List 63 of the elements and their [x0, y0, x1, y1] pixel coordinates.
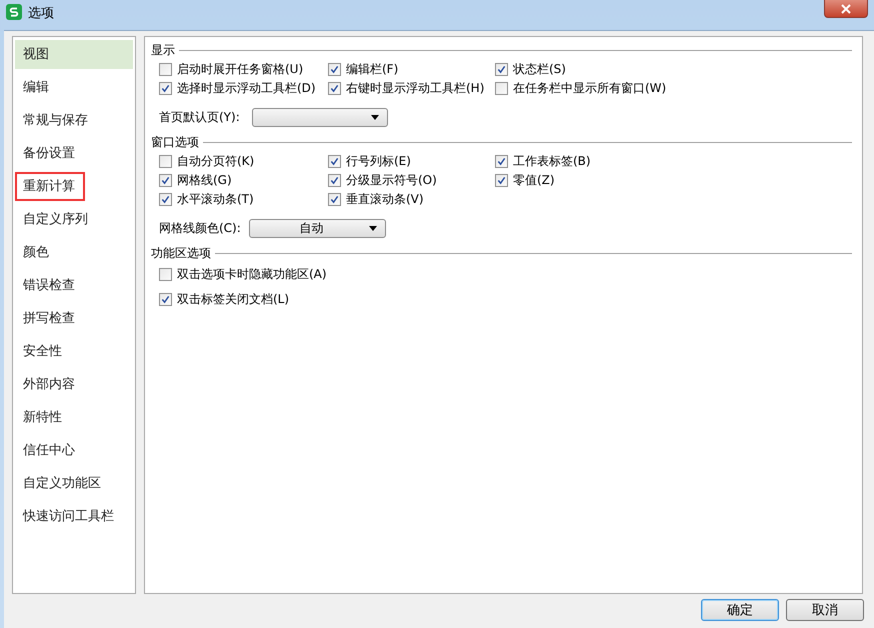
checkbox[interactable] — [159, 174, 172, 187]
checkbox[interactable] — [159, 293, 172, 306]
checkbox-label: 工作表标签(B) — [513, 153, 591, 170]
dialog-button[interactable]: 取消 — [786, 599, 864, 621]
checkbox-label: 垂直滚动条(V) — [346, 191, 424, 208]
sidebar-item[interactable]: 备份设置 — [15, 139, 85, 168]
checkbox-label: 网格线(G) — [177, 172, 232, 189]
dropdown[interactable]: 自动 — [248, 218, 386, 238]
sidebar-item[interactable]: 快速访问工具栏 — [15, 502, 114, 531]
sidebar-item[interactable]: 外部内容 — [15, 370, 85, 399]
checkbox-label: 右键时显示浮动工具栏(H) — [346, 80, 484, 97]
checkbox[interactable] — [495, 82, 508, 95]
checkbox[interactable] — [159, 155, 172, 168]
dropdown-label: 网格线颜色(C): — [159, 220, 241, 236]
sidebar-item[interactable]: 错误检查 — [15, 271, 85, 300]
sidebar-item[interactable]: 安全性 — [15, 337, 85, 366]
checkbox[interactable] — [328, 174, 341, 187]
checkbox-label: 零值(Z) — [513, 172, 555, 189]
dialog-button[interactable]: 确定 — [701, 599, 779, 621]
checkbox-label: 编辑栏(F) — [346, 61, 398, 78]
sidebar-item[interactable]: 常规与保存 — [15, 106, 88, 135]
checkbox[interactable] — [159, 193, 172, 206]
checkbox-label: 在任务栏中显示所有窗口(W) — [513, 80, 666, 97]
checkbox[interactable] — [495, 155, 508, 168]
caret-icon — [370, 114, 379, 120]
dropdown-value: 自动 — [299, 220, 324, 234]
checkbox-label: 水平滚动条(T) — [177, 191, 254, 208]
checkbox-label: 自动分页符(K) — [177, 153, 254, 170]
checkbox[interactable] — [159, 268, 172, 281]
checkbox[interactable] — [328, 82, 341, 95]
checkbox[interactable] — [328, 63, 341, 76]
checkbox[interactable] — [159, 63, 172, 76]
sidebar-item[interactable]: 拼写检查 — [15, 304, 85, 333]
app-logo-icon — [6, 4, 22, 20]
sidebar-item[interactable]: 自定义序列 — [15, 205, 88, 234]
checkbox[interactable] — [159, 82, 172, 95]
caret-icon — [368, 226, 377, 230]
checkbox-label: 启动时展开任务窗格(U) — [177, 61, 304, 78]
sidebar-item[interactable]: 重新计算 — [15, 172, 85, 201]
sidebar-item[interactable]: 自定义功能区 — [15, 469, 101, 498]
close-icon — [841, 4, 851, 14]
sidebar-item[interactable]: 颜色 — [15, 238, 85, 267]
window-title: 选项 — [28, 5, 54, 22]
sidebar-item[interactable]: 新特性 — [15, 403, 85, 432]
section-title: 显示 — [151, 42, 175, 58]
dropdown[interactable] — [252, 108, 388, 126]
checkbox[interactable] — [495, 63, 508, 76]
checkbox-label: 分级显示符号(O) — [346, 172, 437, 189]
checkbox-label: 行号列标(E) — [346, 153, 411, 170]
dropdown-label: 首页默认页(Y): — [159, 108, 240, 126]
checkbox[interactable] — [495, 174, 508, 187]
checkbox-label: 选择时显示浮动工具栏(D) — [177, 80, 316, 97]
sidebar-item[interactable]: 信任中心 — [15, 436, 85, 465]
sidebar-item[interactable]: 视图 — [15, 40, 133, 69]
close-button[interactable] — [824, 0, 868, 18]
checkbox-label: 双击标签关闭文档(L) — [177, 291, 290, 308]
section-title: 功能区选项 — [151, 244, 211, 262]
checkbox-label: 双击选项卡时隐藏功能区(A) — [177, 266, 327, 283]
section-title: 窗口选项 — [151, 134, 199, 150]
checkbox[interactable] — [328, 155, 341, 168]
sidebar-item[interactable]: 编辑 — [15, 73, 85, 102]
checkbox[interactable] — [328, 193, 341, 206]
checkbox-label: 状态栏(S) — [513, 61, 566, 78]
